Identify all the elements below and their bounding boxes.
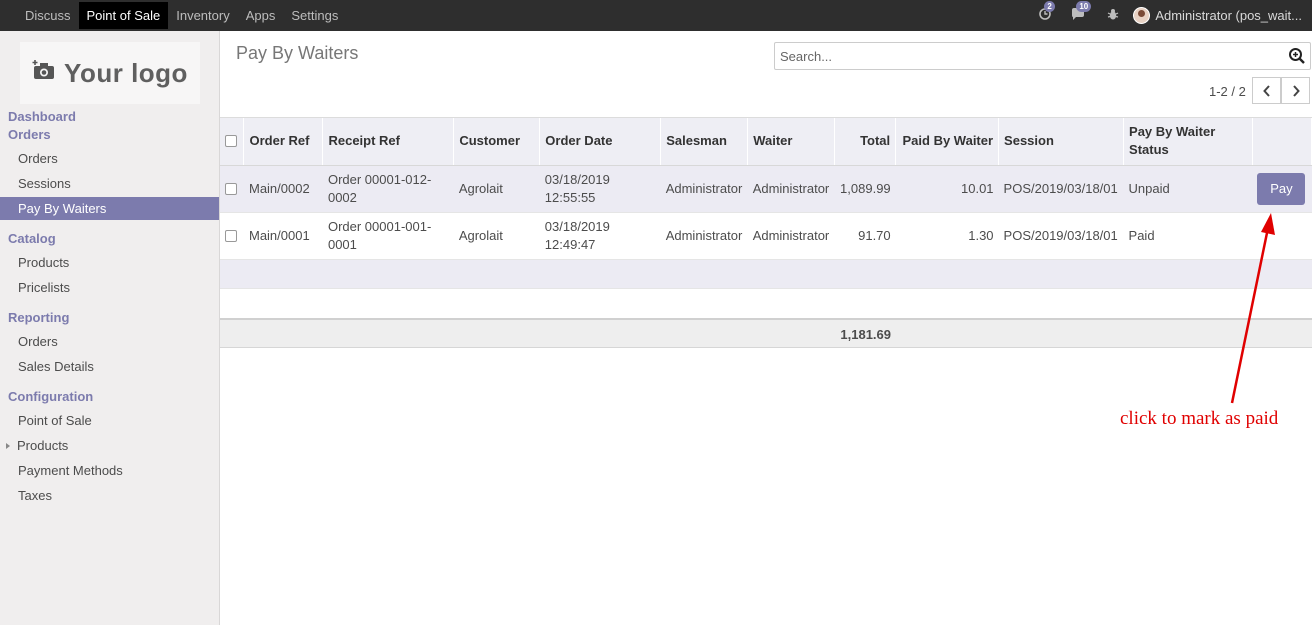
activity-badge: 2 (1044, 1, 1055, 12)
empty-row (220, 260, 1312, 289)
menu-point-of-sale[interactable]: Point of Sale (78, 2, 169, 29)
row-select-cell (220, 165, 244, 213)
cell-customer: Agrolait (453, 212, 540, 260)
empty-row (220, 289, 1312, 318)
cell-order-ref: Main/0001 (243, 212, 323, 260)
cell-status: Unpaid (1123, 165, 1253, 213)
sidebar-item-pay-by-waiters[interactable]: Pay By Waiters (0, 197, 219, 220)
menu-inventory[interactable]: Inventory (168, 0, 237, 31)
cell-action (1252, 212, 1312, 260)
sidebar-item-label: Products (17, 438, 69, 453)
cell-salesman: Administrator (660, 165, 748, 213)
column-order-ref[interactable]: Order Ref (243, 118, 324, 166)
sidebar-item-sessions[interactable]: Sessions (0, 172, 219, 195)
orders-table: Order Ref Receipt Ref Customer Order Dat… (220, 118, 1312, 260)
sidebar-item-products[interactable]: Products (0, 251, 219, 274)
cell-waiter: Administrator (747, 212, 835, 260)
sidebar-section-configuration[interactable]: Configuration (8, 389, 93, 404)
systray: 2 10 Administrator (pos_wait... (1039, 0, 1312, 31)
table-footer: 1,181.69 (220, 318, 1312, 348)
cell-waiter: Administrator (747, 165, 835, 213)
sidebar-item-orders[interactable]: Orders (0, 147, 219, 170)
search-input[interactable] (774, 42, 1311, 70)
control-panel: Pay By Waiters 1-2 / 2 (220, 31, 1312, 118)
menu-discuss[interactable]: Discuss (17, 0, 79, 31)
row-checkbox[interactable] (225, 229, 237, 242)
sidebar-item-config-products[interactable]: Products (0, 434, 219, 457)
pager-next-button[interactable] (1281, 77, 1310, 104)
sidebar: Your logo Dashboard Orders Orders Sessio… (0, 31, 220, 625)
table-header-row: Order Ref Receipt Ref Customer Order Dat… (220, 118, 1312, 166)
search-icon[interactable] (1288, 47, 1306, 65)
top-navbar: Discuss Point of Sale Inventory Apps Set… (0, 0, 1312, 31)
sidebar-item-point-of-sale[interactable]: Point of Sale (0, 409, 219, 432)
cell-receipt-ref: Order 00001-001-0001 (322, 212, 454, 260)
cell-order-date: 03/18/2019 12:49:47 (539, 212, 661, 260)
cell-receipt-ref: Order 00001-012-0002 (322, 165, 454, 213)
column-receipt-ref[interactable]: Receipt Ref (322, 118, 455, 166)
cell-status: Paid (1123, 212, 1253, 260)
pager-previous-button[interactable] (1252, 77, 1281, 104)
sidebar-item-sales-details[interactable]: Sales Details (0, 355, 219, 378)
column-session[interactable]: Session (998, 118, 1125, 166)
column-waiter[interactable]: Waiter (747, 118, 836, 166)
pay-button[interactable]: Pay (1257, 172, 1306, 205)
cell-total: 91.70 (834, 212, 896, 260)
page-title: Pay By Waiters (236, 43, 359, 63)
sidebar-item-payment-methods[interactable]: Payment Methods (0, 459, 219, 482)
select-all-checkbox[interactable] (225, 135, 237, 148)
sidebar-section-dashboard[interactable]: Dashboard (8, 109, 76, 124)
cell-paid-by-waiter: 10.01 (895, 165, 999, 213)
row-select-cell (220, 212, 244, 260)
column-paid-by-waiter[interactable]: Paid By Waiter (895, 118, 1000, 166)
menu-apps[interactable]: Apps (238, 0, 284, 31)
cell-paid-by-waiter: 1.30 (895, 212, 999, 260)
sidebar-section-catalog[interactable]: Catalog (8, 231, 56, 246)
logo-text: Your logo (64, 57, 188, 88)
column-action (1252, 118, 1312, 166)
activity-icon[interactable]: 2 (1039, 1, 1055, 23)
caret-right-icon (6, 443, 10, 449)
sidebar-section-reporting[interactable]: Reporting (8, 310, 69, 325)
row-checkbox[interactable] (225, 182, 237, 195)
column-customer[interactable]: Customer (453, 118, 541, 166)
select-all-cell (220, 118, 245, 166)
cell-order-ref: Main/0002 (243, 165, 323, 213)
chevron-right-icon (1292, 84, 1300, 97)
menu-settings[interactable]: Settings (283, 0, 346, 31)
cell-session: POS/2019/03/18/01 (998, 212, 1124, 260)
sidebar-section-orders[interactable]: Orders (8, 127, 51, 142)
message-badge: 10 (1076, 1, 1092, 12)
chevron-left-icon (1262, 84, 1270, 97)
cell-total: 1,089.99 (834, 165, 896, 213)
annotation-text: click to mark as paid (1120, 408, 1279, 429)
debug-bug-icon[interactable] (1107, 8, 1119, 24)
chat-icon[interactable]: 10 (1071, 1, 1092, 23)
cell-order-date: 03/18/2019 12:55:55 (539, 165, 661, 213)
app-menu: Discuss Point of Sale Inventory Apps Set… (17, 0, 346, 31)
user-avatar[interactable] (1133, 7, 1151, 24)
user-menu[interactable]: Administrator (pos_wait... (1155, 8, 1312, 23)
table-row[interactable]: Main/0002 Order 00001-012-0002 Agrolait … (220, 165, 1312, 213)
camera-plus-icon (32, 60, 56, 86)
pager-value[interactable]: 1-2 / 2 (1209, 84, 1246, 99)
cell-salesman: Administrator (660, 212, 748, 260)
table-row[interactable]: Main/0001 Order 00001-001-0001 Agrolait … (220, 212, 1312, 260)
column-status[interactable]: Pay By Waiter Status (1123, 118, 1253, 166)
company-logo[interactable]: Your logo (20, 42, 200, 104)
sidebar-item-taxes[interactable]: Taxes (0, 484, 219, 507)
sidebar-item-report-orders[interactable]: Orders (0, 330, 219, 353)
cell-action: Pay (1252, 165, 1312, 213)
sidebar-item-pricelists[interactable]: Pricelists (0, 276, 219, 299)
footer-total: 1,181.69 (840, 327, 891, 342)
cell-customer: Agrolait (453, 165, 540, 213)
column-total[interactable]: Total (834, 118, 897, 166)
cell-session: POS/2019/03/18/01 (998, 165, 1124, 213)
column-order-date[interactable]: Order Date (539, 118, 662, 166)
column-salesman[interactable]: Salesman (660, 118, 749, 166)
